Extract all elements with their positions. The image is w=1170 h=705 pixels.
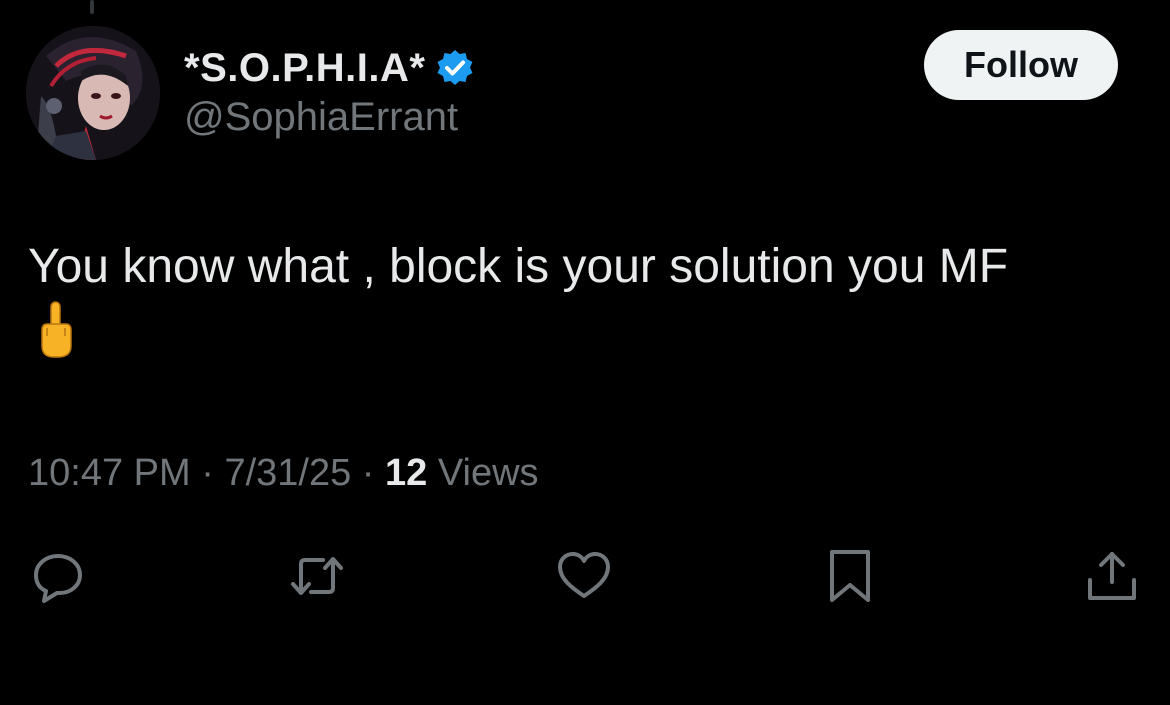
thread-connector-line — [90, 0, 94, 14]
tweet-meta: 10:47 PM · 7/31/25 · 12 Views — [28, 452, 539, 495]
meta-separator: · — [361, 452, 375, 494]
follow-button[interactable]: Follow — [924, 30, 1118, 100]
share-button[interactable] — [1082, 546, 1142, 606]
bookmark-button[interactable] — [820, 546, 880, 606]
tweet-body: You know what , block is your solution y… — [28, 238, 1138, 360]
like-button[interactable] — [554, 546, 614, 606]
reply-icon — [34, 554, 82, 603]
like-icon — [558, 552, 610, 598]
reply-button[interactable] — [28, 546, 88, 606]
author-name-row: *S.O.P.H.I.A* — [184, 40, 475, 96]
share-icon — [1088, 552, 1136, 600]
tweet-text: You know what , block is your solution y… — [28, 240, 1009, 293]
retweet-button[interactable] — [287, 546, 347, 606]
middle-finger-emoji — [36, 300, 76, 360]
avatar[interactable] — [26, 26, 160, 160]
tweet-date[interactable]: 7/31/25 — [224, 452, 351, 494]
views-label[interactable]: Views — [438, 452, 539, 494]
meta-separator: · — [201, 452, 214, 494]
verified-badge-icon[interactable] — [435, 48, 475, 88]
author-display-name[interactable]: *S.O.P.H.I.A* — [184, 46, 425, 91]
bookmark-icon — [830, 550, 870, 602]
retweet-icon — [291, 557, 343, 595]
author-handle[interactable]: @SophiaErrant — [184, 95, 458, 140]
tweet-time[interactable]: 10:47 PM — [28, 452, 191, 494]
avatar-image — [26, 26, 160, 160]
views-count[interactable]: 12 — [385, 452, 427, 494]
